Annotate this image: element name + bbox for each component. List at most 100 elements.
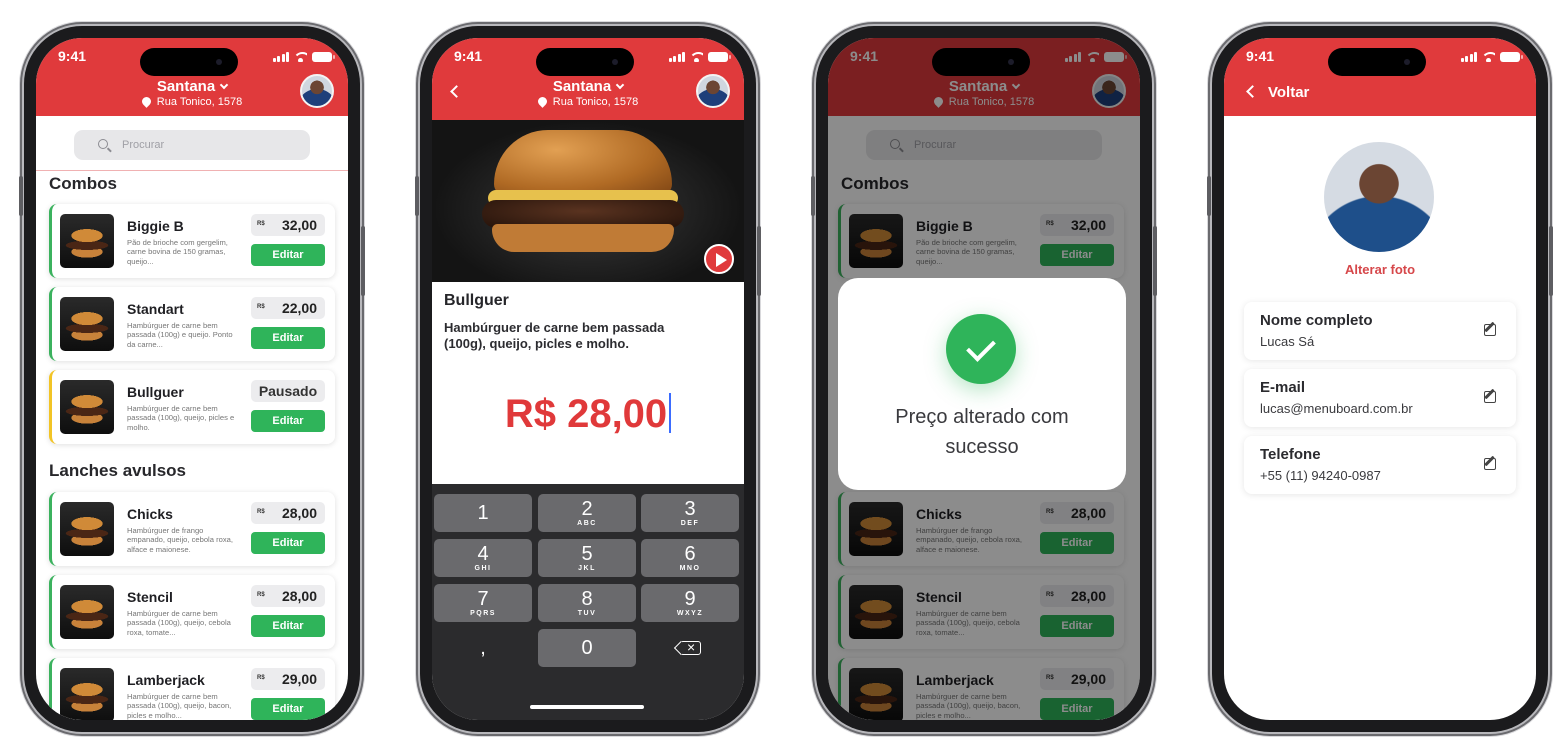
chevron-down-icon: [615, 80, 625, 90]
menu-card-paused[interactable]: Bullguer Hambúrguer de carne bem passada…: [49, 370, 335, 444]
burger-thumbnail: [60, 214, 114, 268]
price-pill[interactable]: R$ 28,00: [251, 502, 325, 524]
check-icon: [946, 314, 1016, 384]
edit-button[interactable]: Editar: [251, 698, 325, 720]
key-9[interactable]: 9 WXYZ: [641, 584, 739, 622]
text-caret: [669, 393, 672, 433]
item-description: Hambúrguer de carne bem passada (100g) e…: [127, 321, 233, 349]
phone-menu-list: 9:41 Santana Rua Tonico, 1578 Procurar C…: [19, 26, 365, 732]
burger-photo: [432, 120, 744, 282]
side-button: [757, 226, 761, 296]
edit-button[interactable]: Editar: [251, 615, 325, 637]
play-icon[interactable]: [704, 244, 734, 274]
status-icons: [1460, 52, 1523, 62]
side-button: [1207, 176, 1211, 216]
avatar[interactable]: [696, 74, 730, 108]
field-email[interactable]: E-mail lucas@menuboard.com.br: [1244, 369, 1516, 427]
price-pill[interactable]: R$ 28,00: [251, 585, 325, 607]
status-icons: [668, 52, 731, 62]
edit-button[interactable]: Editar: [251, 244, 325, 266]
status-time: 9:41: [1246, 48, 1275, 64]
status-time: 9:41: [454, 48, 483, 64]
menu-card[interactable]: Chicks Hambúrguer de frango empanado, qu…: [49, 492, 335, 566]
side-button: [1549, 226, 1553, 296]
signal-icon: [272, 52, 289, 62]
edit-button[interactable]: Editar: [251, 532, 325, 554]
key-5[interactable]: 5 JKL: [538, 539, 636, 577]
numeric-keypad: 1 2 ABC 3 DEF 4 GHI 5 JKL 6 MNO 7 PQRS 8 TUV 9W…: [432, 484, 744, 720]
search-input[interactable]: Procurar: [74, 130, 310, 160]
price-value: 29,00: [281, 671, 317, 687]
screen: 9:41 Santana Rua Tonico, 1578 Bullguer H…: [432, 38, 744, 720]
back-icon[interactable]: [1246, 85, 1259, 98]
edit-icon[interactable]: [1484, 458, 1496, 470]
burger-thumbnail: [60, 297, 114, 351]
success-message: Preço alterado com sucesso: [895, 406, 1069, 458]
burger-thumbnail: [60, 380, 114, 434]
battery-icon: [1500, 52, 1523, 62]
edit-icon[interactable]: [1484, 391, 1496, 403]
status-icons: [272, 52, 335, 62]
side-button: [811, 176, 815, 216]
edit-button[interactable]: Editar: [251, 327, 325, 349]
store-name: Santana: [156, 78, 216, 95]
address-text: Rua Tonico, 1578: [552, 96, 639, 108]
battery-icon: [312, 52, 335, 62]
price-pill[interactable]: R$ 22,00: [251, 297, 325, 319]
profile-photo: [1324, 142, 1434, 252]
menu-card[interactable]: Biggie B Pão de brioche com gergelim, ca…: [49, 204, 335, 278]
burger-thumbnail: [60, 585, 114, 639]
phone-profile: 9:41 Voltar Alterar foto Nome completo L…: [1207, 26, 1553, 732]
back-button[interactable]: Voltar: [1268, 84, 1309, 101]
key-0[interactable]: 0: [538, 629, 636, 667]
item-name: Lamberjack: [127, 672, 205, 688]
key-1[interactable]: 1: [434, 494, 532, 532]
chevron-down-icon: [219, 80, 229, 90]
search-placeholder: Procurar: [122, 139, 165, 151]
price-value: 28,00: [281, 505, 317, 521]
price-pill[interactable]: R$ 29,00: [251, 668, 325, 690]
search-icon: [98, 139, 108, 149]
menu-card[interactable]: Stencil Hambúrguer de carne bem passada …: [49, 575, 335, 649]
price-value: R$ 28,00: [504, 392, 668, 436]
item-description: Pão de brioche com gergelim, carne bovin…: [127, 238, 228, 266]
key-2[interactable]: 2 ABC: [538, 494, 636, 532]
price-input[interactable]: R$ 28,00: [432, 392, 744, 437]
wifi-icon: [294, 52, 307, 62]
field-label: Nome completo: [1260, 312, 1373, 329]
item-name: Standart: [127, 301, 184, 317]
key-comma[interactable]: ,: [434, 629, 532, 667]
field-full-name[interactable]: Nome completo Lucas Sá: [1244, 302, 1516, 360]
item-name: Bullguer: [127, 384, 184, 400]
side-button: [361, 226, 365, 296]
divider: [36, 170, 348, 171]
menu-card[interactable]: Standart Hambúrguer de carne bem passada…: [49, 287, 335, 361]
dynamic-island: [1328, 48, 1426, 76]
field-phone[interactable]: Telefone +55 (11) 94240-0987: [1244, 436, 1516, 494]
battery-icon: [708, 52, 731, 62]
item-description: Hambúrguer de carne bem passada (100g), …: [127, 404, 235, 432]
phone-success: 9:41 Santana Rua Tonico, 1578 Procurar C…: [811, 26, 1157, 732]
currency-label: R$: [257, 592, 265, 598]
burger-thumbnail: [60, 668, 114, 720]
dynamic-island: [140, 48, 238, 76]
menu-card[interactable]: Lamberjack Hambúrguer de carne bem passa…: [49, 658, 335, 720]
dynamic-island: [932, 48, 1030, 76]
edit-button[interactable]: Editar: [251, 410, 325, 432]
edit-icon[interactable]: [1484, 324, 1496, 336]
paused-badge[interactable]: Pausado: [251, 380, 325, 402]
change-photo-link[interactable]: Alterar foto: [1224, 262, 1536, 277]
price-pill[interactable]: R$ 32,00: [251, 214, 325, 236]
item-title: Bullguer: [444, 292, 509, 309]
signal-icon: [1460, 52, 1477, 62]
key-7[interactable]: 7 PQRS: [434, 584, 532, 622]
key-4[interactable]: 4 GHI: [434, 539, 532, 577]
key-6[interactable]: 6 MNO: [641, 539, 739, 577]
key-3[interactable]: 3 DEF: [641, 494, 739, 532]
key-8[interactable]: 8 TUV: [538, 584, 636, 622]
key-delete[interactable]: [641, 629, 739, 667]
item-name: Chicks: [127, 506, 173, 522]
currency-label: R$: [257, 509, 265, 515]
avatar[interactable]: [300, 74, 334, 108]
location-pin-icon: [139, 95, 153, 108]
